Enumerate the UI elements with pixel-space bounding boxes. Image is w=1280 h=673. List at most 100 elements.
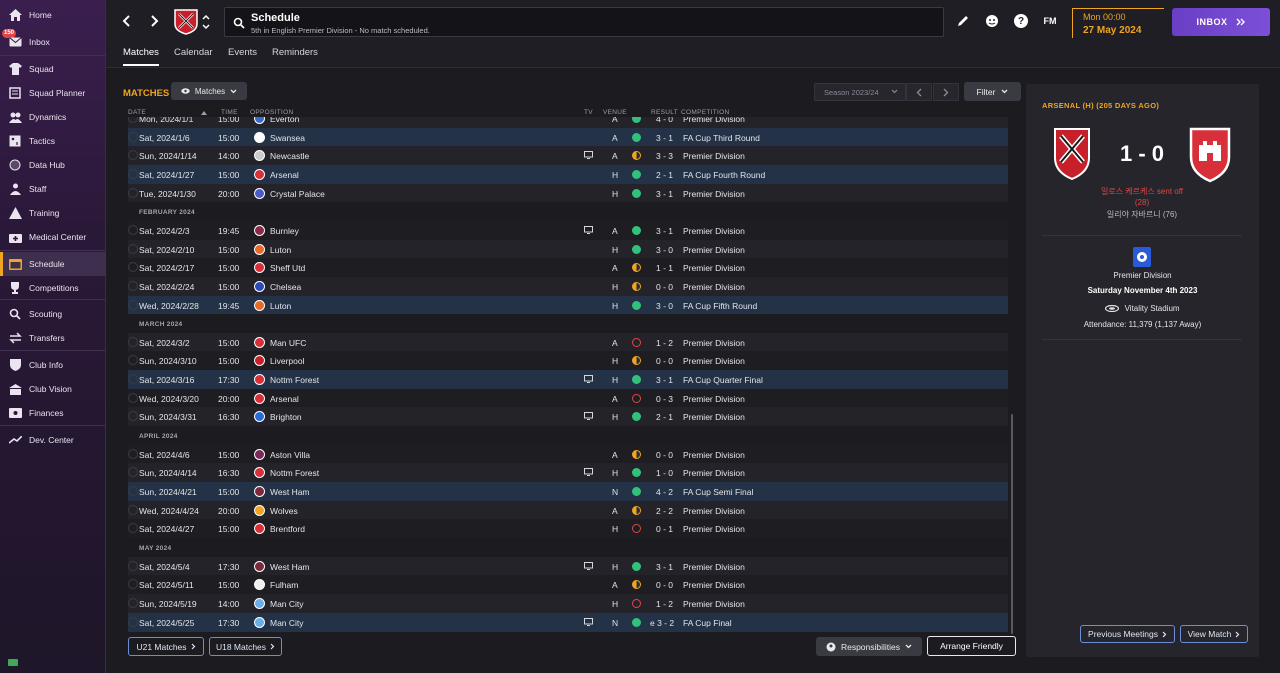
match-score[interactable]: 4 - 0 (656, 117, 673, 124)
sidebar-item-squad[interactable]: Squad (0, 57, 106, 81)
row-select-toggle[interactable] (128, 597, 138, 608)
opponent-name[interactable]: Brighton (270, 412, 302, 422)
sidebar-item-squad-planner[interactable]: Squad Planner (0, 81, 106, 105)
row-select-toggle[interactable] (128, 523, 138, 534)
match-score[interactable]: 1 - 2 (656, 338, 673, 348)
opponent-name[interactable]: Swansea (270, 133, 305, 143)
tab-reminders[interactable]: Reminders (272, 47, 318, 64)
table-row[interactable]: Sun, 2024/4/21 15:00 West Ham N 4 - 2 FA Cup … (128, 482, 1008, 501)
sidebar-item-club-vision[interactable]: Club Vision (0, 377, 106, 401)
match-score[interactable]: 3 - 3 (656, 151, 673, 161)
season-dropdown[interactable]: Season 2023/24 (814, 83, 906, 101)
forward-button[interactable] (144, 10, 166, 32)
opponent-name[interactable]: Everton (270, 117, 299, 124)
fm-menu-button[interactable]: FM (1039, 10, 1061, 32)
back-button[interactable] (115, 10, 137, 32)
tab-events[interactable]: Events (228, 47, 257, 64)
row-select-toggle[interactable] (128, 280, 138, 291)
opponent-name[interactable]: Liverpool (270, 356, 305, 366)
column-header-venue[interactable]: VENUE (603, 109, 627, 116)
opponent-name[interactable]: Brentford (270, 524, 305, 534)
table-row[interactable]: Sat, 2024/3/2 15:00 Man UFC A 1 - 2 Premier D… (128, 332, 1008, 352)
match-score[interactable]: 3 - 0 (656, 301, 673, 311)
sidebar-item-club-info[interactable]: Club Info (0, 353, 106, 377)
inbox-continue-button[interactable]: INBOX (1172, 8, 1270, 36)
manager-profile-button[interactable] (981, 10, 1003, 32)
arrange-friendly-button[interactable]: Arrange Friendly (927, 636, 1016, 656)
row-select-toggle[interactable] (128, 411, 138, 422)
table-row[interactable]: Sat, 2024/5/11 15:00 Fulham A 0 - 0 Premier D… (128, 575, 1008, 595)
sidebar-item-medical-center[interactable]: Medical Center (0, 225, 106, 249)
column-header-tv[interactable]: TV (584, 109, 593, 116)
previous-season-button[interactable] (906, 83, 932, 101)
match-score[interactable]: e 3 - 2 (650, 618, 674, 628)
table-row[interactable]: Sat, 2024/4/27 15:00 Brentford H 0 - 1 Premie… (128, 519, 1008, 539)
opponent-name[interactable]: Nottm Forest (270, 375, 319, 385)
sidebar-item-finances[interactable]: Finances (0, 401, 106, 425)
match-score[interactable]: 3 - 1 (656, 189, 673, 199)
opponent-name[interactable]: Man UFC (270, 338, 306, 348)
match-score[interactable]: 1 - 0 (656, 468, 673, 478)
opponent-name[interactable]: Sheff Utd (270, 263, 305, 273)
sidebar-item-home[interactable]: Home (0, 3, 106, 27)
match-score[interactable]: 0 - 3 (656, 394, 673, 404)
match-score[interactable]: 3 - 1 (656, 133, 673, 143)
tab-calendar[interactable]: Calendar (174, 47, 213, 64)
sidebar-item-data-hub[interactable]: Data Hub (0, 153, 106, 177)
table-row[interactable]: Sat, 2024/2/3 19:45 Burnley A 3 - 1 Premier D… (128, 220, 1008, 240)
row-select-toggle[interactable] (128, 448, 138, 459)
row-select-toggle[interactable] (128, 374, 138, 385)
opponent-name[interactable]: Luton (270, 245, 291, 255)
sidebar-item-dev-center[interactable]: Dev. Center (0, 428, 106, 452)
opponent-name[interactable]: West Ham (270, 487, 310, 497)
column-header-time[interactable]: TIME (221, 109, 238, 116)
match-score[interactable]: 1 - 2 (656, 599, 673, 609)
row-select-toggle[interactable] (128, 560, 138, 571)
u21-matches-button[interactable]: U21 Matches (128, 637, 204, 656)
opponent-name[interactable]: Chelsea (270, 282, 301, 292)
match-score[interactable]: 2 - 2 (656, 506, 673, 516)
responsibilities-button[interactable]: Responsibilities (816, 637, 922, 656)
match-score[interactable]: 0 - 0 (656, 580, 673, 590)
row-select-toggle[interactable] (128, 150, 138, 161)
table-row[interactable]: Sat, 2024/2/17 15:00 Sheff Utd A 1 - 1 Premie… (128, 258, 1008, 278)
opponent-name[interactable]: Wolves (270, 506, 298, 516)
table-row[interactable]: Wed, 2024/3/20 20:00 Arsenal A 0 - 3 Premier … (128, 388, 1008, 408)
club-selector[interactable] (174, 9, 212, 35)
column-header-opposition[interactable]: OPPOSITION (250, 109, 293, 116)
sidebar-item-schedule[interactable]: Schedule (0, 252, 106, 276)
sidebar-item-tactics[interactable]: Tactics (0, 129, 106, 153)
u18-matches-button[interactable]: U18 Matches (209, 637, 282, 656)
match-score[interactable]: 1 - 1 (656, 263, 673, 273)
table-row[interactable]: Sun, 2024/1/14 14:00 Newcastle A 3 - 3 Premie… (128, 146, 1008, 166)
column-header-result[interactable]: RESULT (651, 109, 678, 116)
table-row[interactable]: Sun, 2024/4/14 16:30 Nottm Forest H 1 - 0 Pre… (128, 463, 1008, 483)
table-row[interactable]: Sat, 2024/5/25 17:30 Man City Ne 3 - 2 FA Cu… (128, 612, 1008, 632)
sidebar-item-training[interactable]: Training (0, 201, 106, 225)
opponent-name[interactable]: West Ham (270, 562, 310, 572)
row-select-toggle[interactable] (128, 131, 138, 142)
row-select-toggle[interactable] (128, 467, 138, 478)
row-select-toggle[interactable] (128, 504, 138, 515)
column-header-date[interactable]: DATE (128, 109, 146, 116)
table-row[interactable]: Sat, 2024/3/16 17:30 Nottm Forest H 3 - 1 FA … (128, 370, 1008, 390)
match-score[interactable]: 0 - 1 (656, 524, 673, 534)
opponent-name[interactable]: Nottm Forest (270, 468, 319, 478)
row-select-toggle[interactable] (128, 117, 138, 123)
match-score[interactable]: 0 - 0 (656, 282, 673, 292)
opponent-name[interactable]: Crystal Palace (270, 189, 325, 199)
row-select-toggle[interactable] (128, 243, 138, 254)
table-row[interactable]: Tue, 2024/1/30 20:00 Crystal Palace H 3 - 1 P… (128, 183, 1008, 203)
sidebar-item-competitions[interactable]: Competitions (0, 276, 106, 300)
opponent-name[interactable]: Arsenal (270, 170, 299, 180)
view-match-button[interactable]: View Match (1180, 625, 1248, 643)
opponent-name[interactable]: Aston Villa (270, 450, 310, 460)
table-row[interactable]: Sat, 2024/2/24 15:00 Chelsea H 0 - 0 Premier … (128, 276, 1008, 296)
table-row[interactable]: Sun, 2024/3/10 15:00 Liverpool H 0 - 0 Premie… (128, 351, 1008, 371)
filter-button[interactable]: Filter (964, 82, 1021, 101)
row-select-toggle[interactable] (128, 355, 138, 366)
row-select-toggle[interactable] (128, 336, 138, 347)
matches-view-dropdown[interactable]: Matches (171, 82, 247, 100)
table-row[interactable]: Sun, 2024/5/19 14:00 Man City H 1 - 2 Premier… (128, 593, 1008, 613)
edit-button[interactable] (952, 10, 974, 32)
